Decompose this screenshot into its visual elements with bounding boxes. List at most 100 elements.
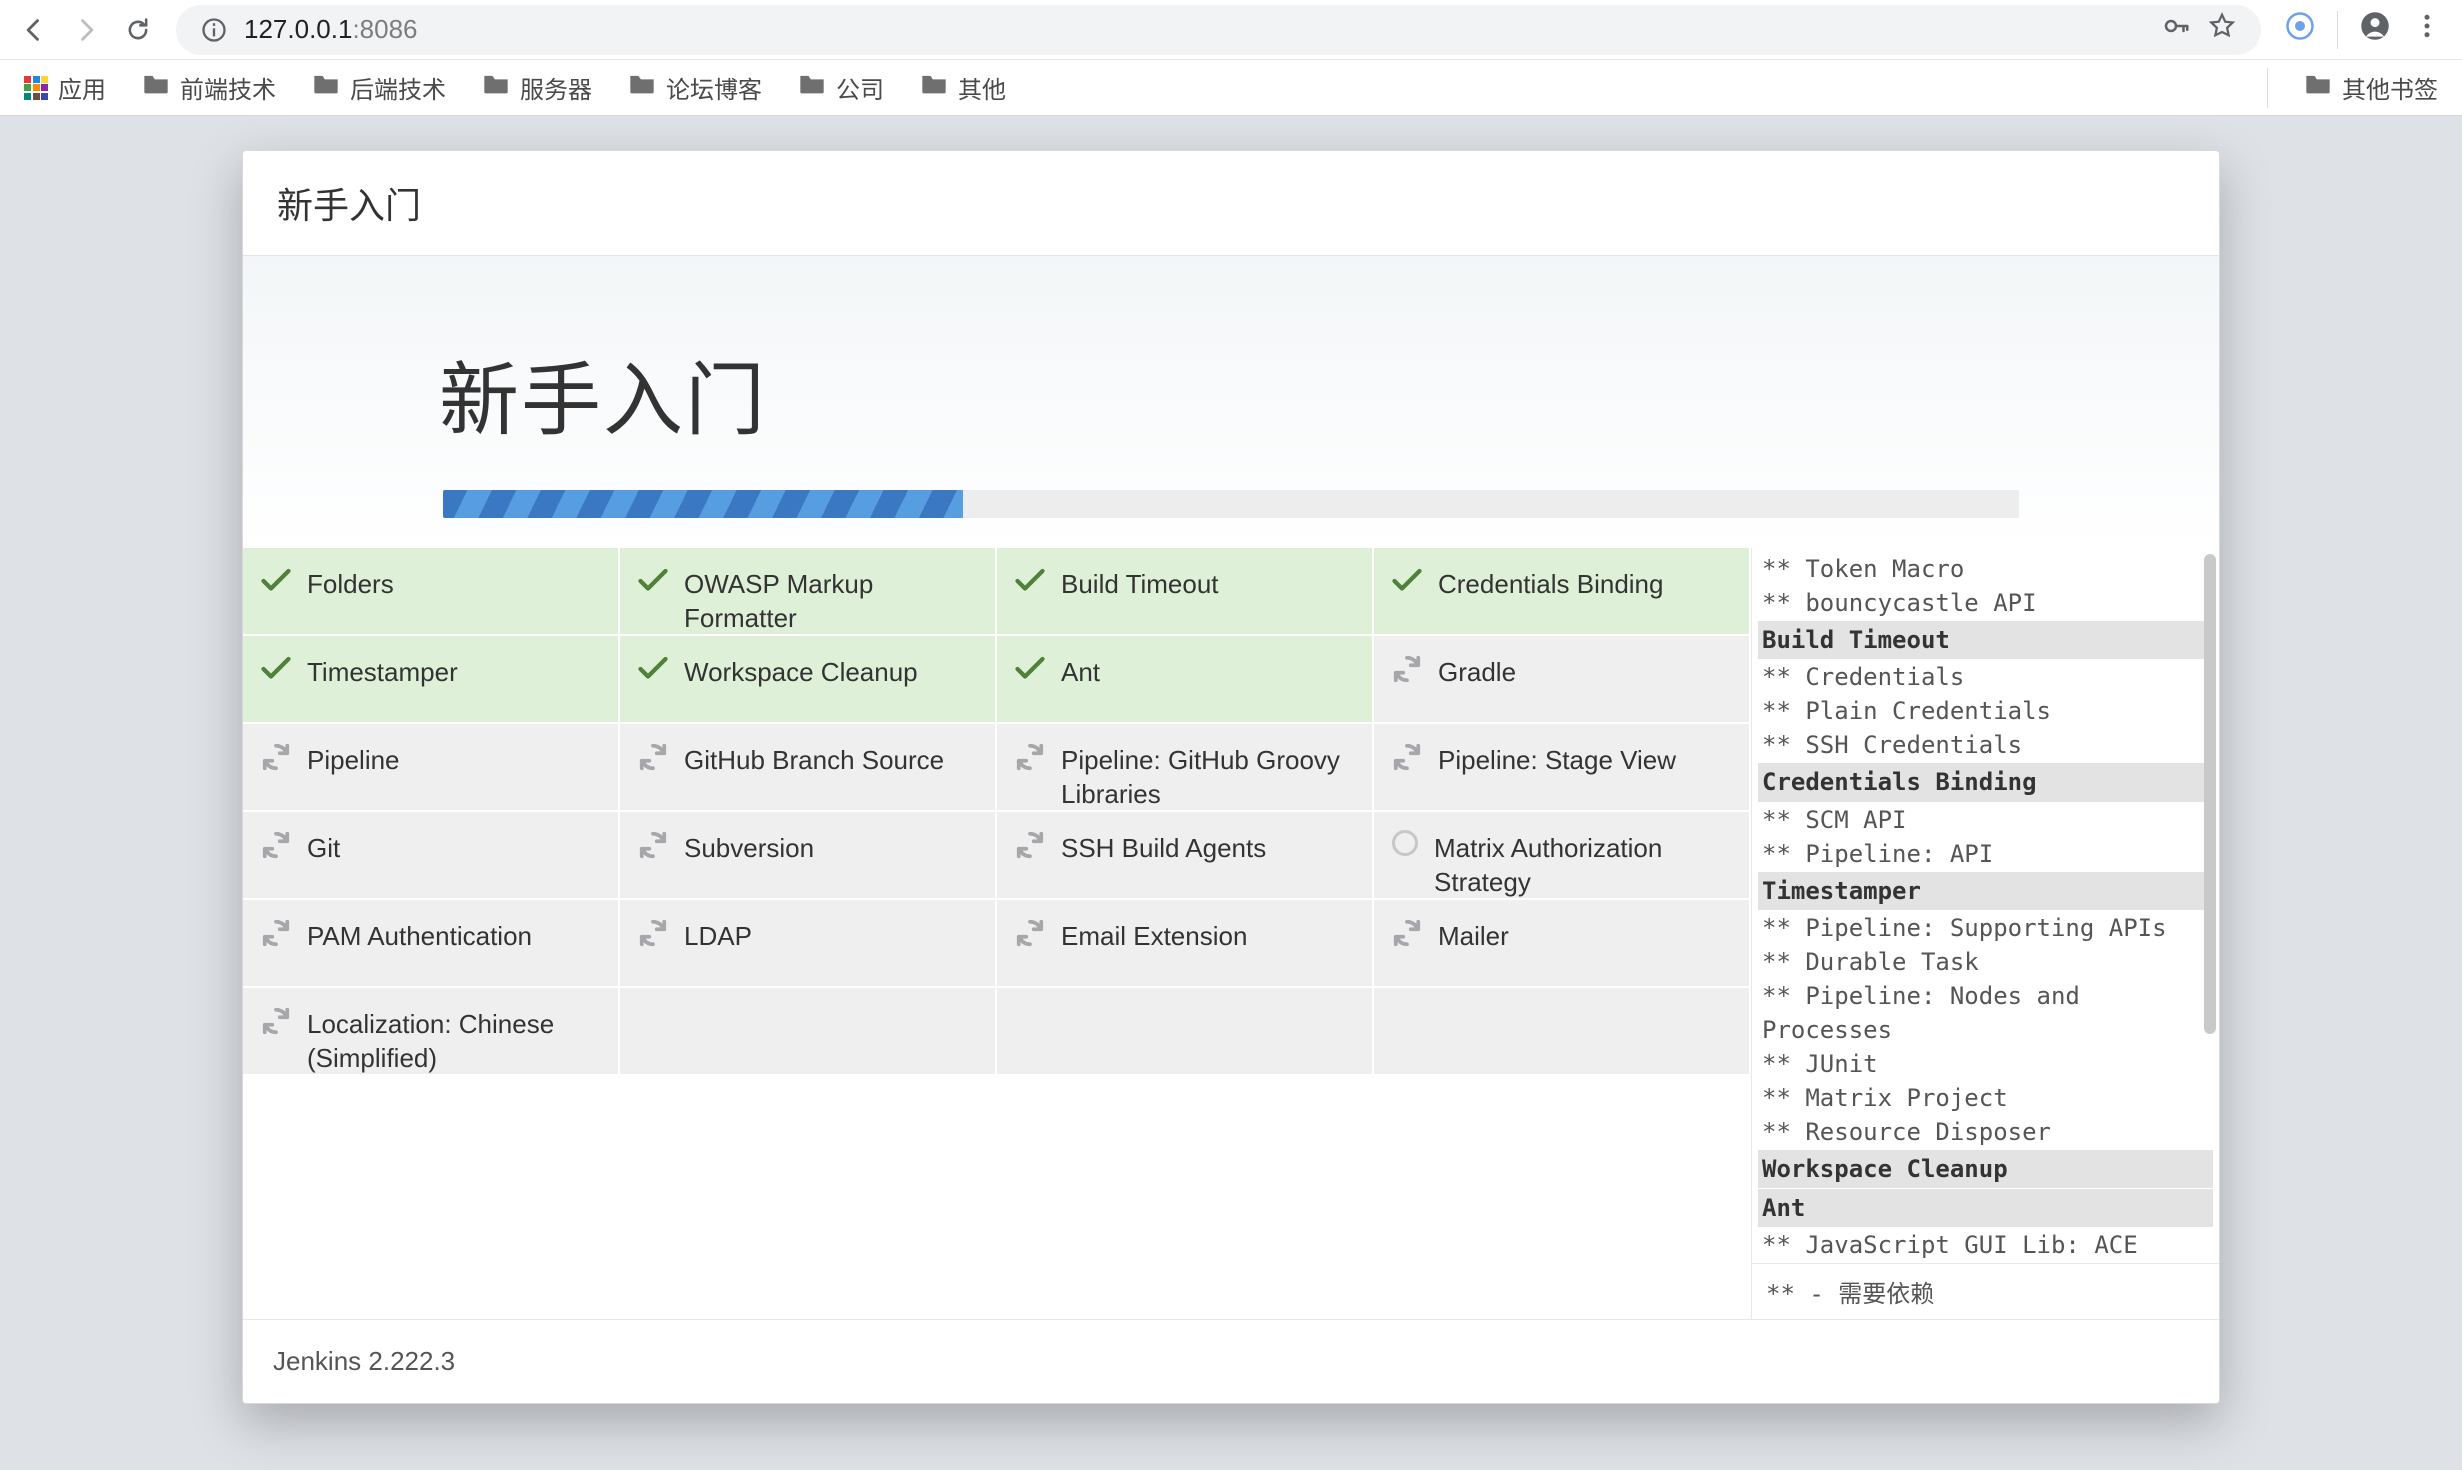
log-dependency: ** Pipeline: Supporting APIs: [1762, 911, 2209, 945]
loading-icon: [638, 742, 668, 772]
plugin-name: Timestamper: [307, 654, 458, 690]
loading-icon: [1392, 742, 1422, 772]
plugin-cell-empty: [997, 988, 1374, 1076]
folder-icon: [2304, 72, 2332, 103]
bookmark-folder[interactable]: 服务器: [482, 70, 592, 105]
loading-icon: [1392, 918, 1422, 948]
log-footer: ** - 需要依赖: [1752, 1263, 2219, 1319]
check-icon: [638, 654, 668, 684]
log-dependency: ** JavaScript GUI Lib: ACE Editor bundle: [1762, 1228, 2209, 1263]
bookmark-folder[interactable]: 论坛博客: [628, 70, 762, 105]
wizard-header: 新手入门: [243, 151, 2219, 256]
bookmark-label: 其他: [958, 70, 1006, 105]
profile-avatar[interactable]: [2360, 11, 2390, 48]
check-icon: [261, 654, 291, 684]
progress-fill: [443, 490, 963, 518]
loading-icon: [261, 830, 291, 860]
site-info-icon[interactable]: [200, 16, 228, 44]
install-log-panel: ** Token Macro** bouncycastle APIBuild T…: [1751, 548, 2219, 1319]
apps-label: 应用: [58, 70, 106, 105]
reload-button[interactable]: [124, 16, 152, 44]
log-dependency: ** Pipeline: API: [1762, 837, 2209, 871]
plugin-cell-empty: [1374, 988, 1751, 1076]
plugin-name: SSH Build Agents: [1061, 830, 1266, 866]
log-dependency: ** Pipeline: Nodes and Processes: [1762, 979, 2209, 1047]
install-log[interactable]: ** Token Macro** bouncycastle APIBuild T…: [1752, 548, 2219, 1263]
loading-icon: [261, 1006, 291, 1036]
apps-button[interactable]: 应用: [24, 70, 106, 105]
loading-icon: [261, 742, 291, 772]
log-dependency: ** Credentials: [1762, 660, 2209, 694]
log-dependency: ** SCM API: [1762, 803, 2209, 837]
plugin-name: Workspace Cleanup: [684, 654, 918, 690]
plugin-cell: Timestamper: [243, 636, 620, 724]
kebab-menu-icon[interactable]: [2412, 11, 2442, 48]
plugin-cell: Localization: Chinese (Simplified): [243, 988, 620, 1076]
log-dependency: ** Resource Disposer: [1762, 1115, 2209, 1149]
wizard-banner: 新手入门: [243, 256, 2219, 548]
plugin-name: GitHub Branch Source: [684, 742, 944, 778]
log-heading: Build Timeout: [1758, 621, 2213, 659]
bookmark-label: 后端技术: [350, 70, 446, 105]
bookmark-folder[interactable]: 后端技术: [312, 70, 446, 105]
loading-icon: [261, 918, 291, 948]
plugin-name: Gradle: [1438, 654, 1516, 690]
plugin-cell: Mailer: [1374, 900, 1751, 988]
plugin-name: LDAP: [684, 918, 752, 954]
plugin-name: Build Timeout: [1061, 566, 1219, 602]
log-dependency: ** JUnit: [1762, 1047, 2209, 1081]
log-heading: Timestamper: [1758, 872, 2213, 910]
bookmarks-bar: 应用 前端技术 后端技术 服务器 论坛博客 公司 其他 其他书签: [0, 60, 2462, 116]
plugin-cell: Git: [243, 812, 620, 900]
plugin-name: Folders: [307, 566, 394, 602]
extension-icon[interactable]: [2285, 11, 2315, 48]
star-icon[interactable]: [2207, 11, 2237, 48]
scrollbar-thumb[interactable]: [2204, 554, 2216, 1034]
forward-button[interactable]: [72, 16, 100, 44]
check-icon: [261, 566, 291, 596]
bookmark-folder[interactable]: 前端技术: [142, 70, 276, 105]
address-bar[interactable]: 127.0.0.1:8086: [176, 5, 2261, 55]
key-icon[interactable]: [2161, 11, 2191, 48]
plugin-cell: Ant: [997, 636, 1374, 724]
check-icon: [1015, 654, 1045, 684]
apps-icon: [24, 76, 48, 100]
plugin-cell: LDAP: [620, 900, 997, 988]
other-bookmarks[interactable]: 其他书签: [2304, 70, 2438, 105]
bookmark-folder[interactable]: 公司: [798, 70, 884, 105]
bookmark-folder[interactable]: 其他: [920, 70, 1006, 105]
plugin-cell: Build Timeout: [997, 548, 1374, 636]
back-button[interactable]: [20, 16, 48, 44]
progress-bar: [443, 490, 2019, 518]
plugin-cell: GitHub Branch Source: [620, 724, 997, 812]
plugin-name: Pipeline: Stage View: [1438, 742, 1676, 778]
wizard-footer: Jenkins 2.222.3: [243, 1319, 2219, 1403]
log-dependency: ** Durable Task: [1762, 945, 2209, 979]
url-host: 127.0.0.1: [244, 14, 352, 44]
loading-icon: [1392, 654, 1422, 684]
plugin-cell: Workspace Cleanup: [620, 636, 997, 724]
log-heading: Ant: [1758, 1189, 2213, 1227]
log-dependency: ** SSH Credentials: [1762, 728, 2209, 762]
plugin-cell: Pipeline: [243, 724, 620, 812]
plugin-cell: Pipeline: GitHub Groovy Libraries: [997, 724, 1374, 812]
plugin-cell: Pipeline: Stage View: [1374, 724, 1751, 812]
wizard-title: 新手入门: [439, 336, 2019, 452]
loading-icon: [1015, 830, 1045, 860]
plugin-name: Git: [307, 830, 340, 866]
separator: [2337, 11, 2338, 49]
log-dependency: ** bouncycastle API: [1762, 586, 2209, 620]
folder-icon: [482, 72, 510, 103]
folder-icon: [312, 72, 340, 103]
browser-toolbar: 127.0.0.1:8086: [0, 0, 2462, 60]
plugin-name: Pipeline: GitHub Groovy Libraries: [1061, 742, 1354, 812]
plugin-name: Mailer: [1438, 918, 1509, 954]
plugin-name: Ant: [1061, 654, 1100, 690]
pending-icon: [1392, 830, 1418, 856]
plugin-cell: OWASP Markup Formatter: [620, 548, 997, 636]
loading-icon: [638, 918, 668, 948]
plugin-name: Subversion: [684, 830, 814, 866]
plugin-name: PAM Authentication: [307, 918, 532, 954]
check-icon: [1015, 566, 1045, 596]
log-heading: Credentials Binding: [1758, 763, 2213, 801]
